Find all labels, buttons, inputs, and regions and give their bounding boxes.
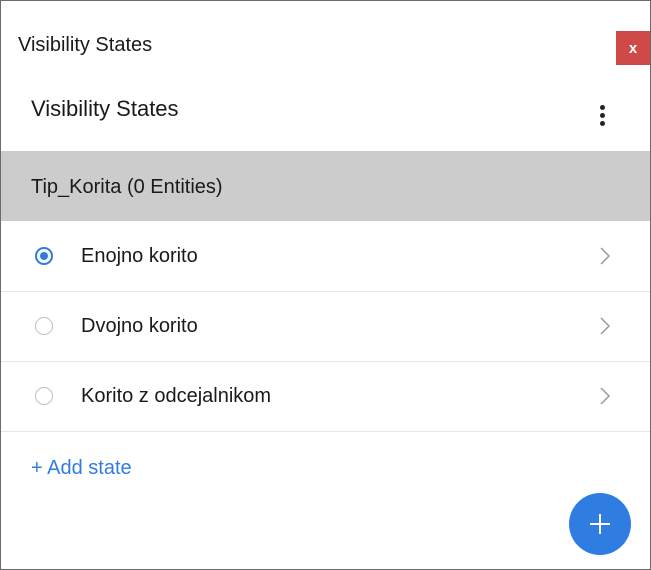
state-row-enojno-korito[interactable]: Enojno korito xyxy=(1,221,650,292)
panel-header: Visibility States xyxy=(1,81,650,151)
radio-button[interactable] xyxy=(35,317,53,335)
chevron-right-icon xyxy=(600,387,611,405)
state-label: Dvojno korito xyxy=(81,315,198,337)
add-fab-button[interactable] xyxy=(569,493,631,555)
more-options-button[interactable] xyxy=(591,97,615,133)
radio-button-selected[interactable] xyxy=(35,247,53,265)
group-label: Tip_Korita (0 Entities) xyxy=(31,176,223,198)
radio-button[interactable] xyxy=(35,387,53,405)
window-title: Visibility States xyxy=(18,34,153,56)
visibility-states-panel: Visibility States x Visibility States Ti… xyxy=(0,0,651,570)
state-row-korito-z-odcejalnikom[interactable]: Korito z odcejalnikom xyxy=(1,361,650,432)
visibility-parameter-group: Tip_Korita (0 Entities) xyxy=(1,151,650,221)
chevron-right-icon xyxy=(600,317,611,335)
state-label: Korito z odcejalnikom xyxy=(81,385,272,407)
window-titlebar: Visibility States x xyxy=(1,1,650,81)
chevron-right-icon xyxy=(600,247,611,265)
state-row-dvojno-korito[interactable]: Dvojno korito xyxy=(1,291,650,362)
page-title: Visibility States xyxy=(31,96,179,121)
state-label: Enojno korito xyxy=(81,245,198,267)
close-button[interactable]: x xyxy=(616,31,650,65)
plus-icon xyxy=(590,514,610,534)
close-icon: x xyxy=(628,39,638,57)
add-state-link[interactable]: + Add state xyxy=(31,457,132,480)
